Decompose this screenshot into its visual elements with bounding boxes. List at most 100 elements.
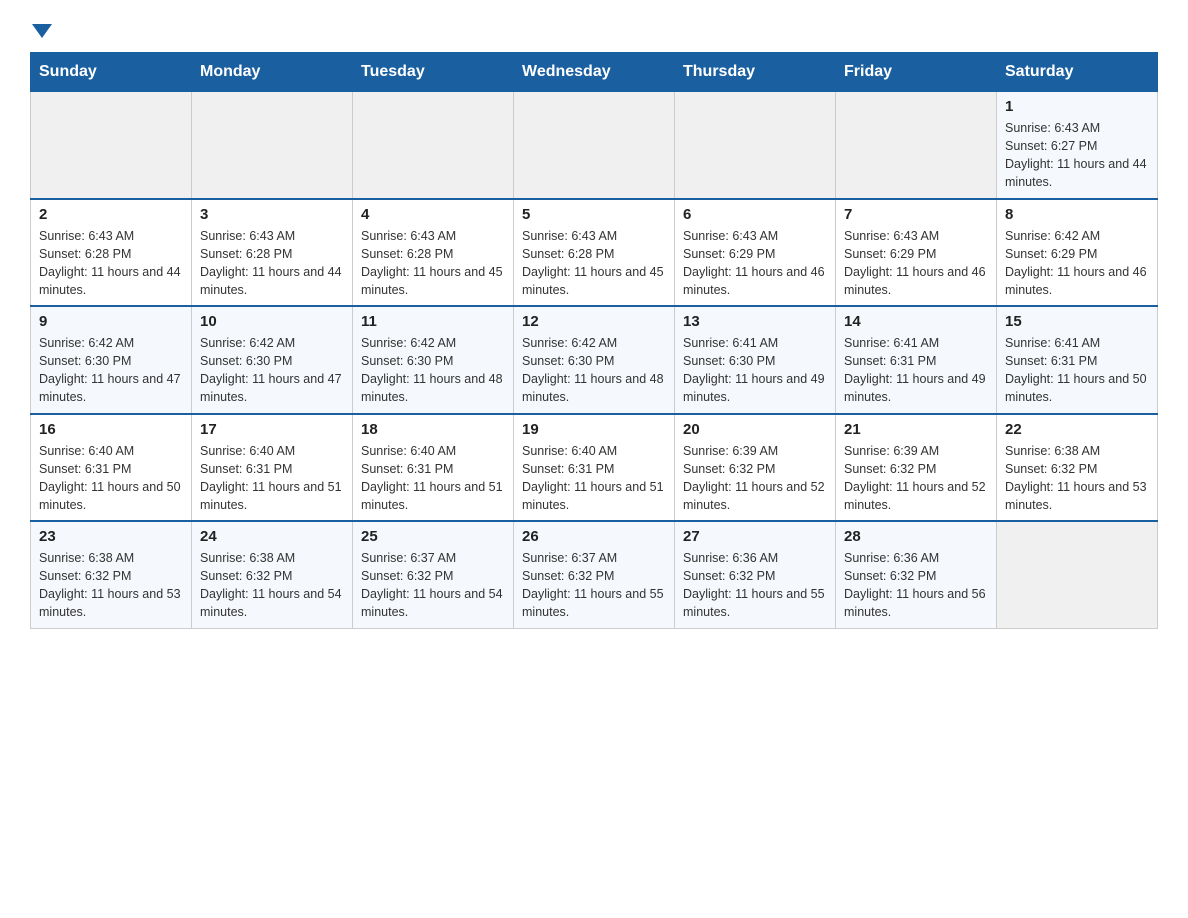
day-number: 5 (522, 206, 666, 223)
calendar-cell: 3 Sunrise: 6:43 AMSunset: 6:28 PMDaylight… (192, 199, 353, 307)
calendar-cell: 13 Sunrise: 6:41 AMSunset: 6:30 PMDayligh… (675, 306, 836, 414)
day-number: 15 (1005, 313, 1149, 330)
day-number: 4 (361, 206, 505, 223)
day-number: 14 (844, 313, 988, 330)
day-number: 27 (683, 528, 827, 545)
calendar-cell: 22 Sunrise: 6:38 AMSunset: 6:32 PMDayligh… (997, 414, 1158, 522)
calendar-cell: 23 Sunrise: 6:38 AMSunset: 6:32 PMDayligh… (31, 521, 192, 628)
day-info: Sunrise: 6:43 AMSunset: 6:29 PMDaylight:… (683, 227, 827, 300)
day-info: Sunrise: 6:43 AMSunset: 6:28 PMDaylight:… (39, 227, 183, 300)
day-info: Sunrise: 6:41 AMSunset: 6:31 PMDaylight:… (844, 334, 988, 407)
day-number: 13 (683, 313, 827, 330)
calendar-cell: 21 Sunrise: 6:39 AMSunset: 6:32 PMDayligh… (836, 414, 997, 522)
calendar-cell: 4 Sunrise: 6:43 AMSunset: 6:28 PMDaylight… (353, 199, 514, 307)
calendar-cell: 17 Sunrise: 6:40 AMSunset: 6:31 PMDayligh… (192, 414, 353, 522)
day-info: Sunrise: 6:43 AMSunset: 6:29 PMDaylight:… (844, 227, 988, 300)
calendar-cell: 15 Sunrise: 6:41 AMSunset: 6:31 PMDayligh… (997, 306, 1158, 414)
day-info: Sunrise: 6:40 AMSunset: 6:31 PMDaylight:… (200, 442, 344, 515)
day-info: Sunrise: 6:40 AMSunset: 6:31 PMDaylight:… (361, 442, 505, 515)
day-info: Sunrise: 6:42 AMSunset: 6:30 PMDaylight:… (200, 334, 344, 407)
day-info: Sunrise: 6:43 AMSunset: 6:28 PMDaylight:… (200, 227, 344, 300)
day-info: Sunrise: 6:43 AMSunset: 6:27 PMDaylight:… (1005, 119, 1149, 192)
calendar-cell (836, 92, 997, 199)
day-number: 20 (683, 421, 827, 438)
day-info: Sunrise: 6:37 AMSunset: 6:32 PMDaylight:… (361, 549, 505, 622)
day-info: Sunrise: 6:42 AMSunset: 6:30 PMDaylight:… (361, 334, 505, 407)
day-number: 23 (39, 528, 183, 545)
weekday-header-monday: Monday (192, 53, 353, 92)
calendar-cell: 1 Sunrise: 6:43 AMSunset: 6:27 PMDaylight… (997, 92, 1158, 199)
calendar-table: SundayMondayTuesdayWednesdayThursdayFrid… (30, 52, 1158, 629)
calendar-week-row: 9Sunrise: 6:42 AMSunset: 6:30 PMDaylight… (31, 306, 1158, 414)
day-info: Sunrise: 6:41 AMSunset: 6:30 PMDaylight:… (683, 334, 827, 407)
calendar-cell: 9Sunrise: 6:42 AMSunset: 6:30 PMDaylight… (31, 306, 192, 414)
day-number: 6 (683, 206, 827, 223)
weekday-header-tuesday: Tuesday (353, 53, 514, 92)
day-number: 3 (200, 206, 344, 223)
calendar-cell (192, 92, 353, 199)
day-info: Sunrise: 6:39 AMSunset: 6:32 PMDaylight:… (683, 442, 827, 515)
calendar-cell: 6 Sunrise: 6:43 AMSunset: 6:29 PMDaylight… (675, 199, 836, 307)
calendar-cell: 26 Sunrise: 6:37 AMSunset: 6:32 PMDayligh… (514, 521, 675, 628)
day-info: Sunrise: 6:36 AMSunset: 6:32 PMDaylight:… (844, 549, 988, 622)
calendar-cell: 10 Sunrise: 6:42 AMSunset: 6:30 PMDayligh… (192, 306, 353, 414)
day-number: 8 (1005, 206, 1149, 223)
day-number: 26 (522, 528, 666, 545)
day-info: Sunrise: 6:42 AMSunset: 6:29 PMDaylight:… (1005, 227, 1149, 300)
weekday-header-sunday: Sunday (31, 53, 192, 92)
calendar-cell: 11 Sunrise: 6:42 AMSunset: 6:30 PMDayligh… (353, 306, 514, 414)
calendar-cell: 7 Sunrise: 6:43 AMSunset: 6:29 PMDaylight… (836, 199, 997, 307)
calendar-cell: 14 Sunrise: 6:41 AMSunset: 6:31 PMDayligh… (836, 306, 997, 414)
day-number: 24 (200, 528, 344, 545)
day-info: Sunrise: 6:39 AMSunset: 6:32 PMDaylight:… (844, 442, 988, 515)
calendar-cell: 24 Sunrise: 6:38 AMSunset: 6:32 PMDayligh… (192, 521, 353, 628)
logo-arrow-icon (32, 24, 52, 38)
calendar-cell: 25 Sunrise: 6:37 AMSunset: 6:32 PMDayligh… (353, 521, 514, 628)
day-number: 21 (844, 421, 988, 438)
calendar-cell: 27 Sunrise: 6:36 AMSunset: 6:32 PMDayligh… (675, 521, 836, 628)
weekday-header-row: SundayMondayTuesdayWednesdayThursdayFrid… (31, 53, 1158, 92)
calendar-cell: 12Sunrise: 6:42 AMSunset: 6:30 PMDayligh… (514, 306, 675, 414)
calendar-cell: 20 Sunrise: 6:39 AMSunset: 6:32 PMDayligh… (675, 414, 836, 522)
day-info: Sunrise: 6:38 AMSunset: 6:32 PMDaylight:… (200, 549, 344, 622)
day-info: Sunrise: 6:43 AMSunset: 6:28 PMDaylight:… (361, 227, 505, 300)
day-info: Sunrise: 6:37 AMSunset: 6:32 PMDaylight:… (522, 549, 666, 622)
day-number: 17 (200, 421, 344, 438)
weekday-header-saturday: Saturday (997, 53, 1158, 92)
calendar-cell: 2Sunrise: 6:43 AMSunset: 6:28 PMDaylight… (31, 199, 192, 307)
calendar-cell: 18 Sunrise: 6:40 AMSunset: 6:31 PMDayligh… (353, 414, 514, 522)
day-number: 25 (361, 528, 505, 545)
day-number: 10 (200, 313, 344, 330)
day-number: 22 (1005, 421, 1149, 438)
calendar-cell: 16Sunrise: 6:40 AMSunset: 6:31 PMDayligh… (31, 414, 192, 522)
logo (30, 20, 52, 32)
day-info: Sunrise: 6:43 AMSunset: 6:28 PMDaylight:… (522, 227, 666, 300)
day-info: Sunrise: 6:40 AMSunset: 6:31 PMDaylight:… (522, 442, 666, 515)
day-number: 11 (361, 313, 505, 330)
day-info: Sunrise: 6:38 AMSunset: 6:32 PMDaylight:… (1005, 442, 1149, 515)
day-info: Sunrise: 6:42 AMSunset: 6:30 PMDaylight:… (39, 334, 183, 407)
day-number: 18 (361, 421, 505, 438)
page-header (30, 20, 1158, 32)
calendar-cell (31, 92, 192, 199)
calendar-week-row: 23 Sunrise: 6:38 AMSunset: 6:32 PMDayligh… (31, 521, 1158, 628)
calendar-week-row: 2Sunrise: 6:43 AMSunset: 6:28 PMDaylight… (31, 199, 1158, 307)
day-info: Sunrise: 6:38 AMSunset: 6:32 PMDaylight:… (39, 549, 183, 622)
day-info: Sunrise: 6:36 AMSunset: 6:32 PMDaylight:… (683, 549, 827, 622)
weekday-header-friday: Friday (836, 53, 997, 92)
day-number: 12 (522, 313, 666, 330)
weekday-header-thursday: Thursday (675, 53, 836, 92)
calendar-cell (675, 92, 836, 199)
day-number: 19 (522, 421, 666, 438)
calendar-cell (997, 521, 1158, 628)
calendar-cell: 5 Sunrise: 6:43 AMSunset: 6:28 PMDaylight… (514, 199, 675, 307)
day-info: Sunrise: 6:41 AMSunset: 6:31 PMDaylight:… (1005, 334, 1149, 407)
calendar-week-row: 16Sunrise: 6:40 AMSunset: 6:31 PMDayligh… (31, 414, 1158, 522)
day-number: 1 (1005, 98, 1149, 115)
day-number: 7 (844, 206, 988, 223)
calendar-cell: 8 Sunrise: 6:42 AMSunset: 6:29 PMDaylight… (997, 199, 1158, 307)
day-info: Sunrise: 6:40 AMSunset: 6:31 PMDaylight:… (39, 442, 183, 515)
day-number: 28 (844, 528, 988, 545)
calendar-cell (514, 92, 675, 199)
calendar-cell (353, 92, 514, 199)
